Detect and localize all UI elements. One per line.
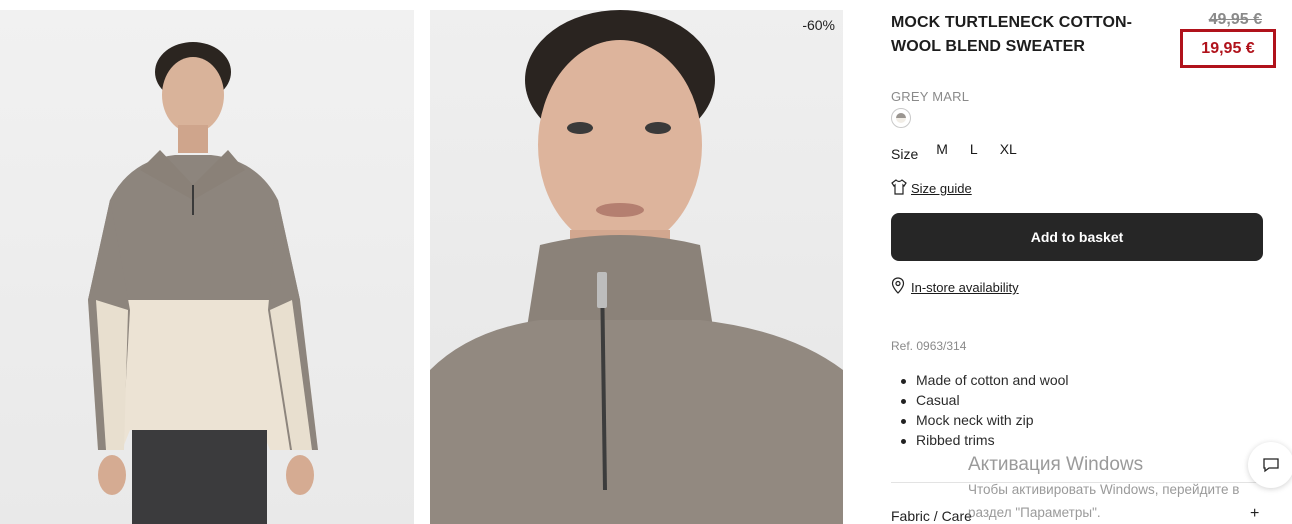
size-selector: Size M L XL bbox=[891, 140, 1039, 162]
size-option-l[interactable]: L bbox=[970, 141, 978, 157]
model-illustration-front bbox=[88, 42, 318, 524]
swatch-fill bbox=[896, 113, 906, 123]
list-item: Ribbed trims bbox=[901, 430, 1069, 450]
product-reference: Ref. 0963/314 bbox=[891, 339, 967, 353]
list-item: Mock neck with zip bbox=[901, 410, 1069, 430]
feature-list: Made of cotton and wool Casual Mock neck… bbox=[901, 370, 1069, 450]
add-to-basket-button[interactable]: Add to basket bbox=[891, 213, 1263, 261]
size-option-m[interactable]: M bbox=[936, 141, 948, 157]
location-pin-icon bbox=[891, 277, 905, 294]
chat-button[interactable] bbox=[1248, 442, 1292, 488]
list-item: Casual bbox=[901, 390, 1069, 410]
chat-icon bbox=[1263, 458, 1279, 473]
watermark-line-2: раздел "Параметры". bbox=[968, 505, 1101, 520]
sale-price: 19,95 € bbox=[1201, 39, 1255, 57]
original-price: 49,95 € bbox=[1208, 11, 1262, 28]
list-item: Made of cotton and wool bbox=[901, 370, 1069, 390]
section-divider bbox=[891, 482, 1267, 483]
discount-badge: -60% bbox=[802, 17, 835, 33]
watermark-title: Активация Windows bbox=[968, 454, 1144, 475]
size-label: Size bbox=[891, 146, 919, 162]
product-title: MOCK TURTLENECK COTTON-WOOL BLEND SWEATE… bbox=[891, 14, 1133, 55]
model-illustration-closeup bbox=[430, 10, 843, 524]
sale-price-highlight: 19,95 € bbox=[1180, 29, 1276, 68]
size-option-xl[interactable]: XL bbox=[1000, 141, 1017, 157]
windows-activation-watermark: Активация Windows Чтобы активировать Win… bbox=[968, 454, 1239, 522]
size-guide-link[interactable]: Size guide bbox=[891, 177, 972, 196]
product-image-front[interactable] bbox=[0, 10, 414, 524]
in-store-availability-label: In-store availability bbox=[911, 280, 1019, 295]
in-store-availability-link[interactable]: In-store availability bbox=[891, 276, 1019, 295]
color-name: GREY MARL bbox=[891, 89, 970, 104]
fabric-care-toggle[interactable]: Fabric / Care bbox=[891, 508, 972, 524]
size-guide-label: Size guide bbox=[911, 181, 972, 196]
product-image-closeup[interactable]: -60% bbox=[430, 10, 843, 524]
color-swatch[interactable] bbox=[891, 108, 911, 128]
tshirt-icon bbox=[891, 178, 907, 195]
plus-icon[interactable]: + bbox=[1250, 505, 1259, 523]
